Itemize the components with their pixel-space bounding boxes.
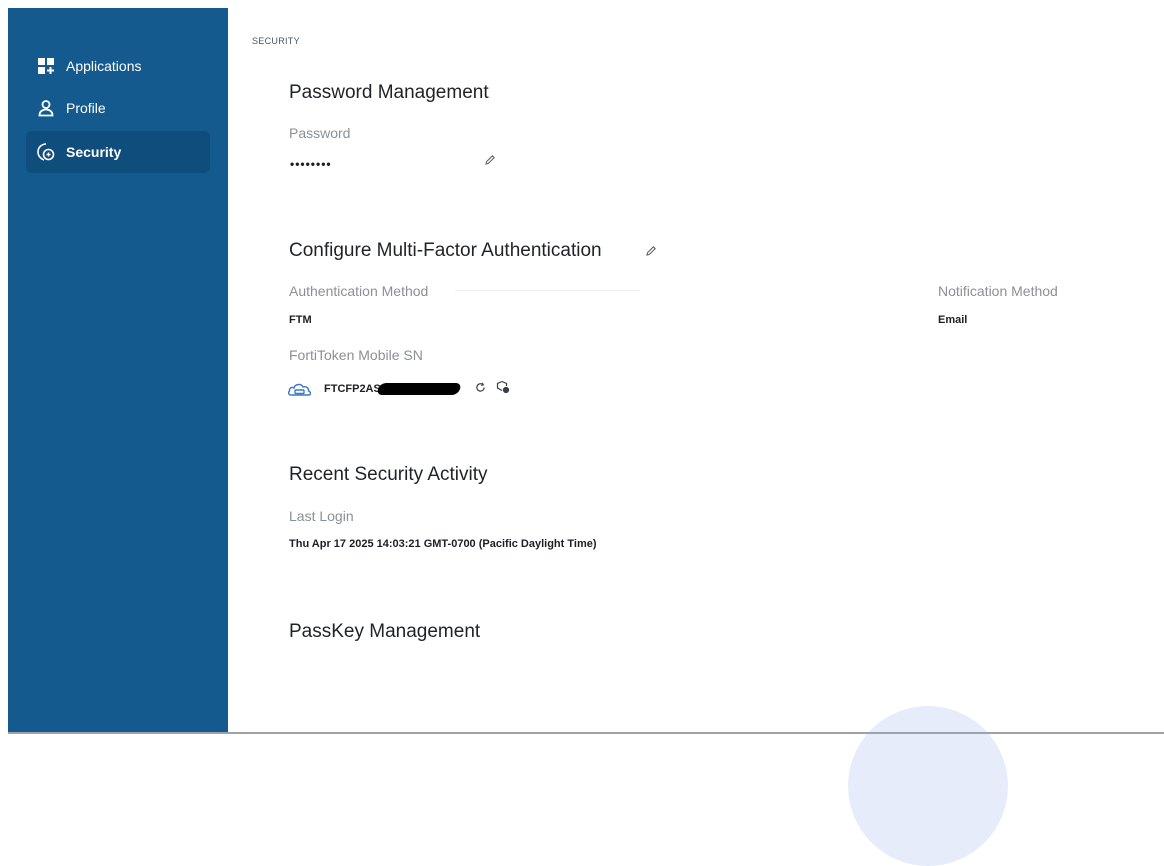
auth-method-label: Authentication Method bbox=[289, 283, 429, 299]
mfa-section-title: Configure Multi-Factor Authentication bbox=[289, 240, 602, 261]
notification-method-value: Email bbox=[938, 314, 968, 326]
passkey-section-title: PassKey Management bbox=[289, 621, 481, 642]
cloud-token-icon bbox=[287, 380, 313, 398]
activity-section-title: Recent Security Activity bbox=[289, 464, 488, 485]
sidebar: Applications Profile Security bbox=[8, 8, 228, 732]
notification-method-label: Notification Method bbox=[938, 283, 1058, 299]
password-label: Password bbox=[289, 125, 351, 141]
password-value: •••••••• bbox=[290, 157, 332, 171]
sidebar-item-label: Security bbox=[66, 144, 122, 160]
password-section-title: Password Management bbox=[289, 82, 489, 103]
token-sn-label: FortiToken Mobile SN bbox=[289, 347, 423, 363]
divider bbox=[455, 290, 640, 291]
security-shield-icon bbox=[36, 142, 56, 162]
sidebar-item-security[interactable]: Security bbox=[26, 131, 210, 173]
edit-mfa-icon[interactable] bbox=[643, 243, 659, 259]
last-login-label: Last Login bbox=[289, 508, 354, 524]
edit-password-icon[interactable] bbox=[483, 153, 497, 167]
sidebar-item-applications[interactable]: Applications bbox=[26, 46, 210, 86]
sidebar-item-label: Applications bbox=[66, 58, 142, 74]
top-strip bbox=[8, 0, 1164, 8]
sidebar-item-profile[interactable]: Profile bbox=[26, 88, 210, 128]
token-settings-icon[interactable] bbox=[495, 379, 511, 395]
decorative-circle bbox=[848, 706, 1008, 866]
redaction-mark bbox=[376, 383, 462, 395]
refresh-icon[interactable] bbox=[473, 380, 487, 394]
apps-grid-icon bbox=[36, 56, 56, 76]
user-icon bbox=[36, 98, 56, 118]
app-window: Applications Profile Security SECURITY P… bbox=[0, 0, 1164, 866]
last-login-value: Thu Apr 17 2025 14:03:21 GMT-0700 (Pacif… bbox=[289, 538, 597, 550]
sidebar-item-label: Profile bbox=[66, 100, 106, 116]
breadcrumb: SECURITY bbox=[252, 36, 300, 46]
auth-method-value: FTM bbox=[289, 314, 312, 326]
